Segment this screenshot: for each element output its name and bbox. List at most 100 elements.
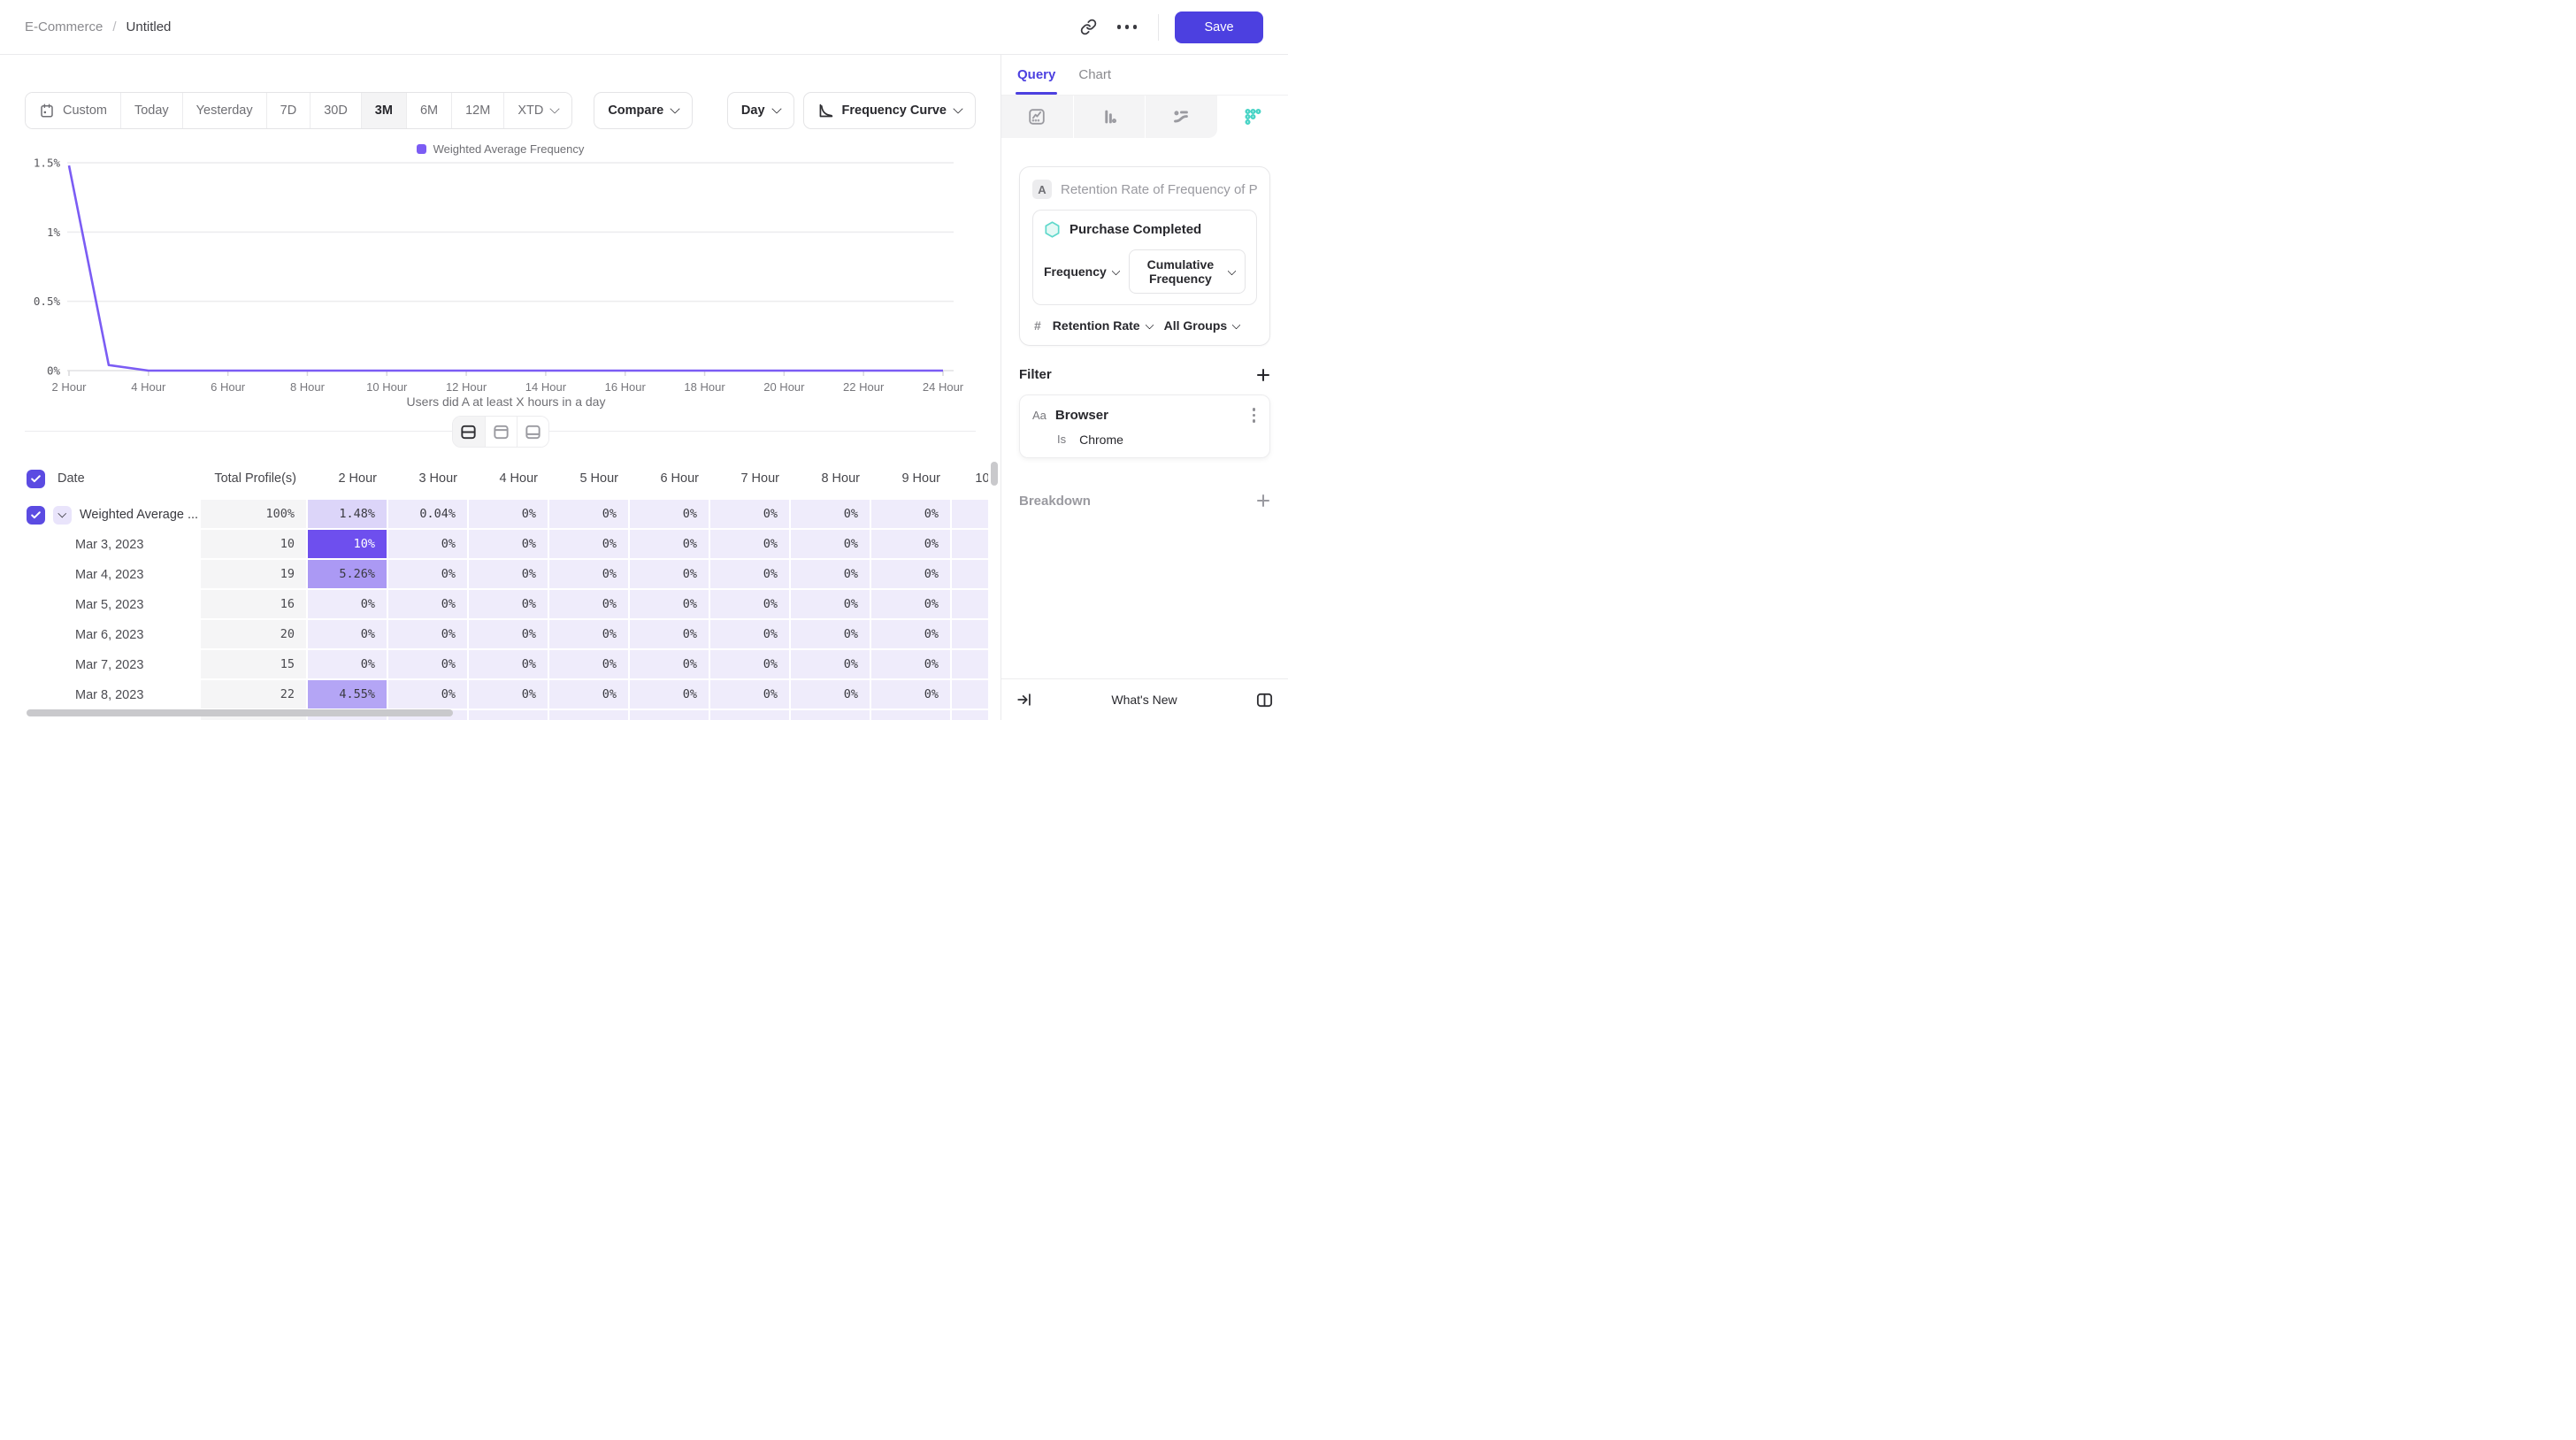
value-cell: 0%: [549, 500, 630, 530]
line-chart-icon: [1027, 107, 1046, 126]
vertical-scrollbar[interactable]: [991, 462, 998, 486]
table-row: Mar 4, 2023195.26%0%0%0%0%0%0%0%0%: [25, 560, 988, 590]
value-cell: 0%: [871, 530, 952, 560]
groups-dropdown[interactable]: All Groups: [1164, 318, 1240, 333]
breadcrumb-project[interactable]: E-Commerce: [25, 19, 103, 34]
save-button[interactable]: Save: [1175, 11, 1263, 43]
range-6m[interactable]: 6M: [406, 93, 451, 128]
range-12m[interactable]: 12M: [451, 93, 503, 128]
chevron-down-icon: [671, 103, 680, 113]
value-cell: 4.55%: [308, 680, 388, 710]
breakdown-section-title: Breakdown: [1019, 494, 1091, 509]
horizontal-scrollbar[interactable]: [27, 709, 453, 716]
frequency-value-dropdown[interactable]: Cumulative Frequency: [1129, 249, 1246, 294]
compare-label: Compare: [608, 103, 663, 118]
layout-split-button[interactable]: [453, 417, 485, 447]
filter-value[interactable]: Chrome: [1079, 433, 1123, 447]
metric-dropdown[interactable]: Retention Rate: [1053, 318, 1153, 333]
event-card[interactable]: Purchase Completed Frequency Cumulative …: [1032, 210, 1257, 305]
flow-icon: [1171, 107, 1191, 126]
value-cell: 0%: [871, 620, 952, 650]
collapse-panel-icon[interactable]: [1016, 691, 1033, 709]
split-panel-icon[interactable]: [1255, 691, 1274, 709]
series-letter-badge: A: [1032, 180, 1052, 199]
series-title[interactable]: Retention Rate of Frequency of P...: [1061, 182, 1257, 197]
frequency-icon-tab[interactable]: [1217, 96, 1289, 138]
panel-tabs: Query Chart: [1001, 55, 1288, 96]
value-cell: 0%: [469, 650, 549, 680]
value-cell: 0%: [630, 530, 710, 560]
chart-legend[interactable]: Weighted Average Frequency: [0, 142, 1000, 156]
topbar: E-Commerce / Untitled Save: [0, 0, 1288, 55]
value-cell: 0%: [388, 590, 469, 620]
table-header-hour: 2 Hour: [308, 462, 388, 495]
add-breakdown-icon[interactable]: [1256, 494, 1270, 508]
query-panel: Query Chart: [1000, 55, 1288, 720]
select-all-checkbox[interactable]: [27, 470, 45, 488]
range-xtd[interactable]: XTD: [503, 93, 571, 128]
date-range-picker: CustomTodayYesterday7D30D3M6M12MXTD: [25, 92, 572, 129]
value-cell: 0%: [871, 680, 952, 710]
copy-link-icon[interactable]: [1073, 12, 1103, 42]
value-cell: 0%: [871, 500, 952, 530]
filter-menu-icon[interactable]: [1251, 406, 1258, 425]
layout-table-only-button[interactable]: [517, 417, 548, 447]
add-filter-icon[interactable]: [1256, 368, 1270, 382]
chevron-down-icon: [1228, 266, 1237, 275]
more-menu-icon[interactable]: [1112, 12, 1142, 42]
value-cell: 0%: [549, 620, 630, 650]
range-today[interactable]: Today: [120, 93, 182, 128]
report-title[interactable]: Untitled: [126, 19, 172, 34]
chevron-down-icon: [1111, 266, 1120, 275]
filter-card: Aa Browser Is Chrome: [1019, 394, 1270, 458]
topbar-actions: Save: [1073, 11, 1263, 43]
value-cell: 0%: [710, 650, 791, 680]
results-table: DateTotal Profile(s)2 Hour3 Hour4 Hour5 …: [25, 462, 988, 720]
table-body: Weighted Average ...100%1.48%0.04%0%0%0%…: [25, 500, 988, 720]
flow-chart-icon-tab[interactable]: [1146, 96, 1217, 138]
chart-type-insights-tab[interactable]: [1001, 96, 1074, 138]
tab-query[interactable]: Query: [1017, 55, 1055, 95]
value-cell: 0%: [710, 620, 791, 650]
table-row: Mar 3, 20231010%0%0%0%0%0%0%0%0%: [25, 530, 988, 560]
split-view-icon: [459, 423, 478, 441]
report-canvas: CustomTodayYesterday7D30D3M6M12MXTD Comp…: [0, 55, 1000, 720]
value-cell: 0%: [952, 560, 988, 590]
row-checkbox[interactable]: [27, 506, 45, 525]
bar-chart-icon-tab[interactable]: [1074, 96, 1146, 138]
table-row: Weighted Average ...100%1.48%0.04%0%0%0%…: [25, 500, 988, 530]
total-profiles-cell: 10: [201, 530, 308, 560]
report-toolbar: CustomTodayYesterday7D30D3M6M12MXTD Comp…: [25, 92, 976, 129]
value-cell: [710, 710, 791, 720]
table-header-total: Total Profile(s): [201, 462, 308, 495]
value-cell: 0%: [871, 590, 952, 620]
compare-button[interactable]: Compare: [594, 92, 693, 129]
value-cell: 0%: [549, 650, 630, 680]
value-cell: 0%: [871, 650, 952, 680]
value-cell: 0%: [549, 530, 630, 560]
range-30d[interactable]: 30D: [310, 93, 361, 128]
svg-text:16 Hour: 16 Hour: [605, 380, 647, 393]
filter-property[interactable]: Browser: [1055, 408, 1242, 423]
value-cell: 0%: [952, 590, 988, 620]
frequency-line-chart: 0%0.5%1%1.5%2 Hour4 Hour6 Hour8 Hour10 H…: [25, 156, 1000, 393]
filter-operator[interactable]: Is: [1057, 433, 1066, 446]
value-cell: 0%: [710, 500, 791, 530]
chevron-down-icon: [953, 103, 962, 113]
tab-chart[interactable]: Chart: [1078, 55, 1111, 95]
range-yesterday[interactable]: Yesterday: [182, 93, 266, 128]
app-window: E-Commerce / Untitled Save CustomTodayYe…: [0, 0, 1288, 720]
whats-new-button[interactable]: What's New: [1033, 693, 1255, 707]
frequency-type-dropdown[interactable]: Frequency: [1044, 264, 1119, 279]
value-cell: 0%: [710, 530, 791, 560]
expand-row-button[interactable]: [53, 506, 72, 525]
range-7d[interactable]: 7D: [266, 93, 310, 128]
layout-chart-only-button[interactable]: [485, 417, 517, 447]
chart-style-button[interactable]: Frequency Curve: [803, 92, 976, 129]
granularity-button[interactable]: Day: [727, 92, 794, 129]
range-custom[interactable]: Custom: [26, 93, 120, 128]
range-3m[interactable]: 3M: [361, 93, 406, 128]
frequency-value-label: Cumulative Frequency: [1139, 257, 1222, 286]
table-header-hour: 4 Hour: [469, 462, 549, 495]
value-cell: 0%: [710, 560, 791, 590]
